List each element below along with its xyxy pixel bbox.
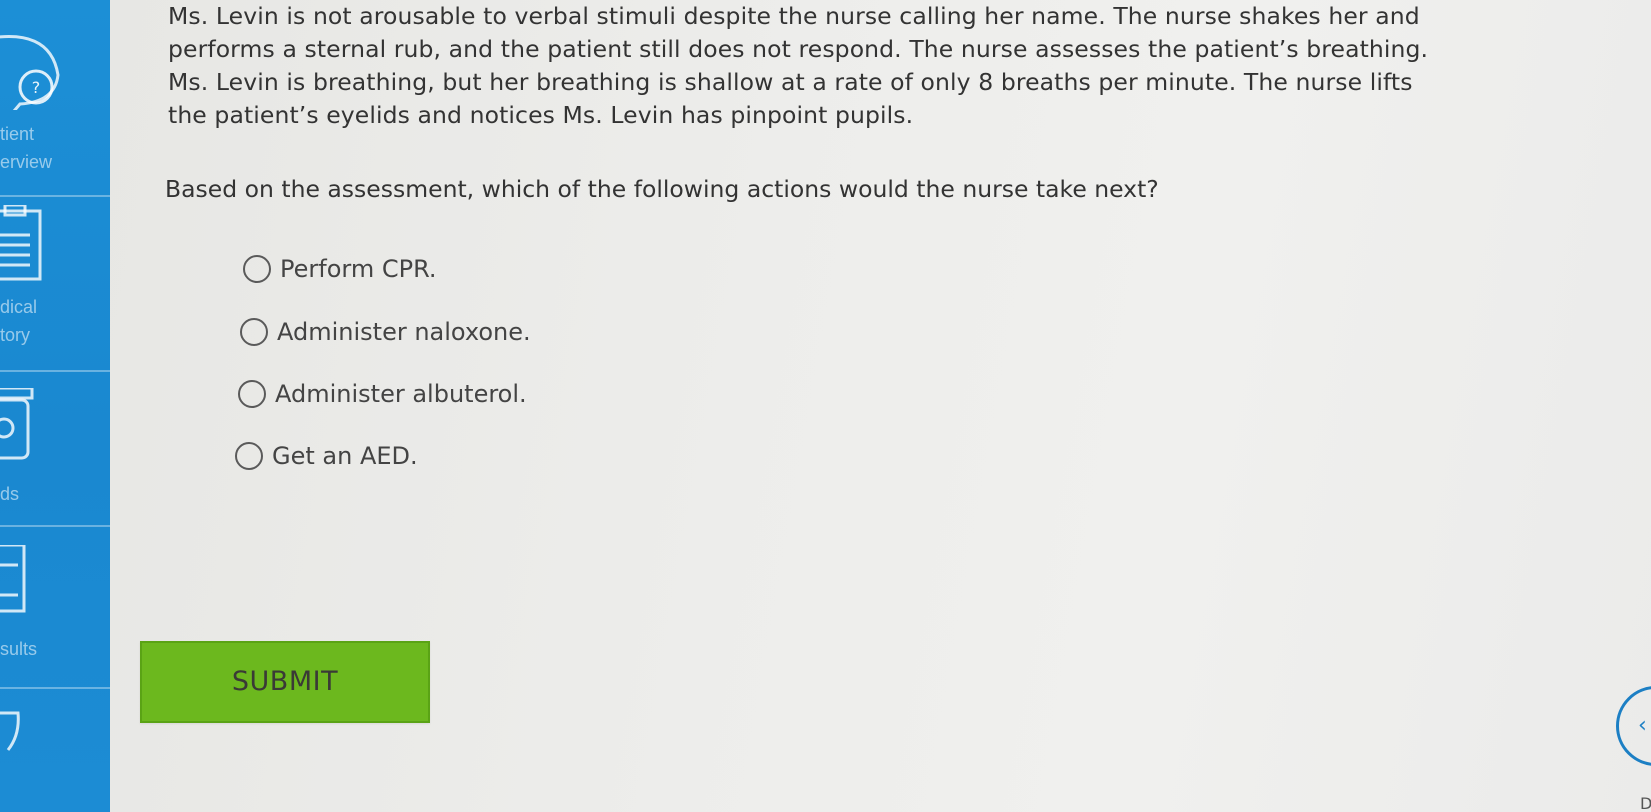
corner-label: D [1640, 794, 1651, 812]
option-label: Administer naloxone. [277, 318, 531, 346]
partial-icon [0, 705, 50, 769]
passage-line: Ms. Levin is not arousable to verbal sti… [168, 2, 1420, 30]
sidebar-item-next[interactable] [0, 687, 110, 812]
medication-jar-icon [0, 386, 50, 472]
svg-text:?: ? [32, 78, 41, 97]
sidebar-item-results[interactable]: sults [0, 525, 110, 689]
chevron-left-icon: ‹ [1638, 713, 1647, 738]
option-label: Perform CPR. [280, 255, 437, 283]
sidebar-item-label: ds [0, 484, 20, 504]
radio-button[interactable] [240, 318, 268, 346]
option-get-aed[interactable]: Get an AED. [235, 442, 418, 470]
option-label: Administer albuterol. [275, 380, 527, 408]
radio-button[interactable] [243, 255, 271, 283]
sidebar-item-label: sults [0, 639, 38, 659]
option-administer-naloxone[interactable]: Administer naloxone. [240, 318, 531, 346]
question-passage: Ms. Levin is not arousable to verbal sti… [168, 0, 1563, 132]
sidebar-nav: ? tient erview dical tory ds sults [0, 0, 110, 812]
sidebar-item-label: tient erview [0, 124, 53, 172]
passage-line: Ms. Levin is breathing, but her breathin… [168, 68, 1413, 96]
question-prompt: Based on the assessment, which of the fo… [165, 175, 1159, 203]
sidebar-item-patient-overview[interactable]: ? tient erview [0, 0, 110, 197]
passage-line: performs a sternal rub, and the patient … [168, 35, 1429, 63]
clipboard-icon [0, 203, 50, 289]
sidebar-item-medical-history[interactable]: dical tory [0, 195, 110, 372]
help-bubble-icon: ? [0, 30, 70, 119]
sidebar-item-label: dical tory [0, 297, 38, 345]
option-administer-albuterol[interactable]: Administer albuterol. [238, 380, 527, 408]
passage-line: the patient’s eyelids and notices Ms. Le… [168, 101, 914, 129]
radio-button[interactable] [235, 442, 263, 470]
submit-button[interactable]: SUBMIT [140, 641, 430, 723]
report-icon [0, 543, 50, 629]
radio-button[interactable] [238, 380, 266, 408]
app-frame: ? tient erview dical tory ds sults Ms. L… [0, 0, 1651, 812]
option-perform-cpr[interactable]: Perform CPR. [243, 255, 437, 283]
sidebar-item-meds[interactable]: ds [0, 370, 110, 527]
option-label: Get an AED. [272, 442, 418, 470]
